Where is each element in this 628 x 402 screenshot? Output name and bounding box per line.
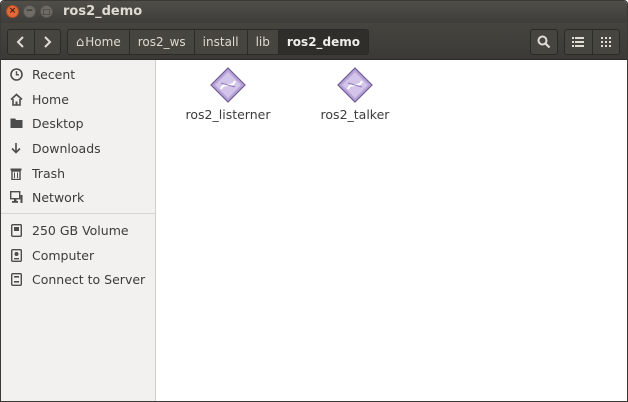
chevron-right-icon bbox=[44, 36, 52, 48]
breadcrumb-home[interactable]: ⌂ Home bbox=[68, 30, 129, 54]
maximize-button[interactable]: □ bbox=[40, 5, 53, 18]
sidebar-item-label: Connect to Server bbox=[32, 271, 146, 287]
sidebar-item-connect-to-server[interactable]: Connect to Server bbox=[1, 268, 155, 290]
sidebar-item-label: Network bbox=[32, 189, 85, 205]
view-buttons bbox=[564, 29, 620, 55]
sidebar-item-trash[interactable]: Trash bbox=[1, 162, 155, 184]
breadcrumb-ros2-ws[interactable]: ros2_ws bbox=[128, 30, 194, 54]
file-item-ros2-listerner[interactable]: ros2_listerner bbox=[173, 67, 283, 122]
list-icon bbox=[572, 37, 585, 47]
search-button[interactable] bbox=[530, 29, 558, 55]
sidebar-item-250gb-volume[interactable]: 250 GB Volume bbox=[1, 219, 155, 241]
drive-icon bbox=[9, 223, 23, 237]
executable-icon bbox=[337, 67, 373, 103]
home-icon: ⌂ bbox=[76, 34, 85, 50]
file-manager-window: × − □ ros2_demo ⌂ Home ros2_ws install l… bbox=[0, 0, 628, 402]
computer-icon bbox=[9, 248, 23, 262]
breadcrumb-label: Home bbox=[85, 35, 121, 49]
minimize-button[interactable]: − bbox=[23, 5, 36, 18]
sidebar: Recent Home Desktop Downloads Trash Netw… bbox=[1, 60, 156, 401]
sidebar-item-label: 250 GB Volume bbox=[32, 222, 129, 238]
chevron-left-icon bbox=[16, 36, 24, 48]
executable-icon bbox=[210, 67, 246, 103]
folder-icon bbox=[9, 116, 23, 130]
file-item-ros2-talker[interactable]: ros2_talker bbox=[300, 67, 410, 122]
sidebar-item-computer[interactable]: Computer bbox=[1, 244, 155, 266]
sidebar-item-downloads[interactable]: Downloads bbox=[1, 137, 155, 159]
breadcrumb-ros2-demo[interactable]: ros2_demo bbox=[277, 30, 369, 54]
navigation-buttons bbox=[7, 29, 61, 55]
toolbar: ⌂ Home ros2_ws install lib ros2_demo bbox=[1, 23, 627, 60]
sidebar-item-label: Recent bbox=[32, 66, 76, 82]
sidebar-item-desktop[interactable]: Desktop bbox=[1, 112, 155, 134]
sidebar-item-label: Desktop bbox=[32, 115, 84, 131]
breadcrumb-lib[interactable]: lib bbox=[246, 30, 278, 54]
breadcrumb-label: ros2_demo bbox=[286, 35, 361, 49]
trash-icon bbox=[9, 166, 23, 180]
list-view-button[interactable] bbox=[565, 30, 592, 54]
breadcrumb-label: install bbox=[202, 35, 239, 49]
grid-view-button[interactable] bbox=[591, 30, 620, 54]
close-icon: × bbox=[8, 6, 17, 16]
sidebar-item-label: Downloads bbox=[32, 140, 101, 156]
file-view: ros2_listerner ros2_talker bbox=[156, 60, 627, 401]
sidebar-item-label: Trash bbox=[32, 165, 66, 181]
sidebar-item-label: Computer bbox=[32, 247, 95, 263]
sidebar-item-recent[interactable]: Recent bbox=[1, 63, 155, 85]
breadcrumb-install[interactable]: install bbox=[193, 30, 247, 54]
server-icon bbox=[9, 272, 23, 286]
breadcrumb-label: lib bbox=[255, 35, 270, 49]
breadcrumb: ⌂ Home ros2_ws install lib ros2_demo bbox=[67, 29, 370, 55]
file-name: ros2_listerner bbox=[185, 107, 271, 122]
search-icon bbox=[537, 35, 551, 49]
title-bar: × − □ ros2_demo bbox=[1, 1, 627, 23]
sidebar-item-network[interactable]: Network bbox=[1, 186, 155, 208]
forward-button[interactable] bbox=[33, 30, 61, 54]
minimize-icon: − bbox=[25, 6, 34, 16]
clock-icon bbox=[9, 67, 23, 81]
maximize-icon: □ bbox=[42, 7, 51, 16]
close-button[interactable]: × bbox=[6, 5, 19, 18]
window-title: ros2_demo bbox=[63, 4, 143, 19]
breadcrumb-label: ros2_ws bbox=[137, 35, 186, 49]
back-button[interactable] bbox=[8, 30, 34, 54]
download-icon bbox=[9, 141, 23, 155]
sidebar-item-label: Home bbox=[32, 91, 69, 107]
network-icon bbox=[9, 190, 23, 204]
home-icon bbox=[9, 92, 23, 106]
sidebar-divider bbox=[1, 213, 155, 214]
file-name: ros2_talker bbox=[320, 107, 390, 122]
sidebar-item-home[interactable]: Home bbox=[1, 88, 155, 110]
grid-icon bbox=[600, 37, 611, 47]
